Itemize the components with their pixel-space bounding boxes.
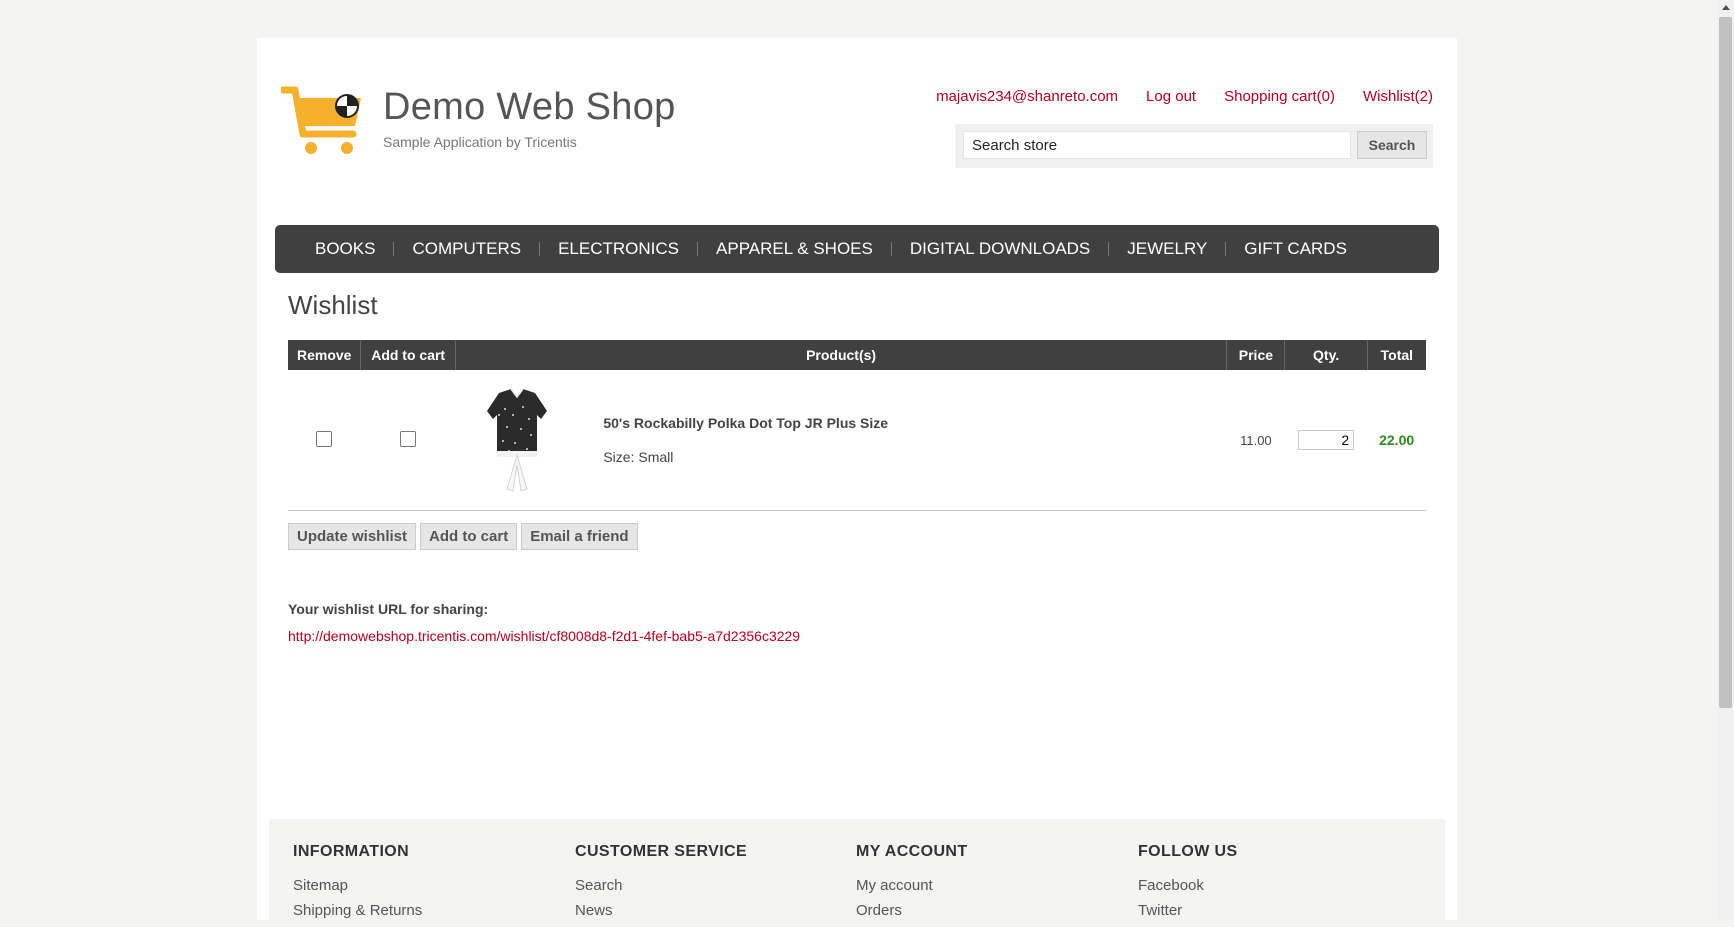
nav-books[interactable]: BOOKS xyxy=(297,239,393,259)
footer-link-sitemap[interactable]: Sitemap xyxy=(293,877,422,894)
logo[interactable]: Demo Web Shop Sample Application by Tric… xyxy=(281,82,681,202)
footer-information: INFORMATION Sitemap Shipping & Returns xyxy=(293,843,422,927)
add-to-cart-checkbox[interactable] xyxy=(400,430,417,447)
wishlist-link[interactable]: Wishlist(2) xyxy=(1363,88,1433,105)
product-image[interactable] xyxy=(477,385,557,495)
footer-heading: CUSTOMER SERVICE xyxy=(575,843,748,860)
logo-title: Demo Web Shop xyxy=(383,86,676,128)
nav-jewelry[interactable]: JEWELRY xyxy=(1109,239,1225,259)
wishlist-buttons: Update wishlist Add to cart Email a frie… xyxy=(288,523,638,550)
footer-link-facebook[interactable]: Facebook xyxy=(1138,877,1238,894)
share-label: Your wishlist URL for sharing: xyxy=(288,601,489,617)
header-qty: Qty. xyxy=(1284,340,1368,370)
row-total: 22.00 xyxy=(1379,432,1415,448)
footer-my-account: MY ACCOUNT My account Orders xyxy=(856,843,968,927)
footer-link-search[interactable]: Search xyxy=(575,877,747,894)
add-to-cart-cell xyxy=(360,370,456,511)
product-cell: 50's Rockabilly Polka Dot Top JR Plus Si… xyxy=(455,370,1227,511)
share-url-link[interactable]: http://demowebshop.tricentis.com/wishlis… xyxy=(288,628,800,644)
remove-checkbox[interactable] xyxy=(316,430,333,447)
nav-gift-cards[interactable]: GIFT CARDS xyxy=(1226,239,1365,259)
table-header-row: Remove Add to cart Product(s) Price Qty.… xyxy=(288,340,1426,370)
logo-subtitle: Sample Application by Tricentis xyxy=(383,134,577,150)
footer-link-shipping[interactable]: Shipping & Returns xyxy=(293,902,422,919)
email-a-friend-button[interactable]: Email a friend xyxy=(521,523,638,550)
account-link[interactable]: majavis234@shanreto.com xyxy=(936,88,1118,105)
unit-price: 11.00 xyxy=(1226,370,1285,511)
shopping-cart-logo-icon xyxy=(281,86,361,154)
table-row: 50's Rockabilly Polka Dot Top JR Plus Si… xyxy=(288,370,1426,511)
header-price: Price xyxy=(1226,340,1286,370)
search-box: Search xyxy=(955,124,1433,168)
product-attribute: Size: Small xyxy=(603,449,674,465)
header-links: majavis234@shanreto.com Log out Shopping… xyxy=(936,88,1433,105)
footer-heading: INFORMATION xyxy=(293,843,410,860)
nav-apparel-shoes[interactable]: APPAREL & SHOES xyxy=(698,239,891,259)
shopping-cart-link[interactable]: Shopping cart(0) xyxy=(1224,88,1335,105)
header-products: Product(s) xyxy=(455,340,1228,370)
remove-cell xyxy=(288,370,361,511)
footer: INFORMATION Sitemap Shipping & Returns C… xyxy=(269,819,1445,920)
header-add-to-cart: Add to cart xyxy=(360,340,456,370)
page-title: Wishlist xyxy=(288,290,378,320)
footer-follow-us: FOLLOW US Facebook Twitter xyxy=(1138,843,1238,927)
footer-link-news[interactable]: News xyxy=(575,902,747,919)
footer-heading: MY ACCOUNT xyxy=(856,843,968,860)
footer-link-orders[interactable]: Orders xyxy=(856,902,968,919)
footer-link-twitter[interactable]: Twitter xyxy=(1138,902,1238,919)
top-menu: BOOKS COMPUTERS ELECTRONICS APPAREL & SH… xyxy=(275,225,1439,273)
header-total: Total xyxy=(1367,340,1426,370)
vertical-scrollbar[interactable] xyxy=(1717,0,1734,920)
product-info: 50's Rockabilly Polka Dot Top JR Plus Si… xyxy=(455,385,1226,495)
nav-digital-downloads[interactable]: DIGITAL DOWNLOADS xyxy=(892,239,1108,259)
add-to-cart-button[interactable]: Add to cart xyxy=(420,523,518,550)
scrollbar-thumb[interactable] xyxy=(1719,17,1732,708)
page-container: Demo Web Shop Sample Application by Tric… xyxy=(257,38,1457,920)
nav-electronics[interactable]: ELECTRONICS xyxy=(540,239,697,259)
update-wishlist-button[interactable]: Update wishlist xyxy=(288,523,417,550)
product-details: 50's Rockabilly Polka Dot Top JR Plus Si… xyxy=(603,415,888,465)
search-button[interactable]: Search xyxy=(1357,131,1427,159)
header-remove: Remove xyxy=(288,340,362,370)
search-input[interactable] xyxy=(963,131,1351,159)
footer-heading: FOLLOW US xyxy=(1138,843,1238,860)
total-cell: 22.00 xyxy=(1367,370,1426,511)
logout-link[interactable]: Log out xyxy=(1146,88,1196,105)
nav-computers[interactable]: COMPUTERS xyxy=(394,239,539,259)
quantity-input[interactable] xyxy=(1298,430,1355,450)
footer-customer-service: CUSTOMER SERVICE Search News xyxy=(575,843,747,927)
footer-link-my-account[interactable]: My account xyxy=(856,877,968,894)
product-name-link[interactable]: 50's Rockabilly Polka Dot Top JR Plus Si… xyxy=(603,415,888,431)
scroll-up-arrow-icon[interactable] xyxy=(1722,5,1730,10)
qty-cell xyxy=(1284,370,1368,511)
wishlist-table: Remove Add to cart Product(s) Price Qty.… xyxy=(288,340,1426,511)
